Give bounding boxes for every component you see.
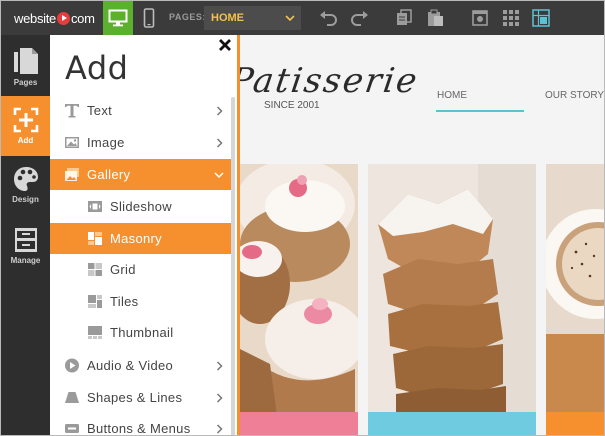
palette-icon <box>13 167 38 191</box>
logo[interactable]: website com <box>14 10 95 26</box>
text-icon <box>65 104 79 118</box>
nav-manage[interactable]: Manage <box>1 216 50 276</box>
gallery-option-slideshow[interactable]: Slideshow <box>50 191 231 222</box>
add-item-text-label: Text <box>87 103 113 118</box>
nav-design-label: Design <box>12 195 39 204</box>
gallery-option-tiles[interactable]: Tiles <box>50 286 231 317</box>
chevron-right-icon <box>216 138 223 148</box>
gallery-option-thumbnail-label: Thumbnail <box>110 325 174 340</box>
snap-grid-button[interactable] <box>531 9 551 27</box>
nav-pages-label: Pages <box>13 78 38 87</box>
add-item-gallery-label: Gallery <box>87 167 131 182</box>
masonry-icon <box>88 232 102 245</box>
panel-scrollbar[interactable] <box>231 97 235 435</box>
chevron-right-icon <box>216 424 223 434</box>
add-item-buttons-menus[interactable]: Buttons & Menus <box>50 413 231 436</box>
thumbnail-icon <box>88 326 102 339</box>
site-canvas[interactable]: Patisserie SINCE 2001 HOME OUR STORY <box>240 35 604 435</box>
play-icon <box>65 358 79 373</box>
nav-add[interactable]: Add <box>1 96 50 156</box>
left-nav: Pages Add Design Manage <box>1 35 50 435</box>
logo-play-icon <box>56 11 70 25</box>
redo-icon <box>351 11 368 26</box>
preview-icon <box>472 10 488 26</box>
chevron-down-icon <box>285 15 295 22</box>
panel-title: Add <box>65 49 129 87</box>
nav-pages[interactable]: Pages <box>1 37 50 97</box>
add-item-text[interactable]: Text <box>50 95 231 126</box>
chevron-right-icon <box>216 106 223 116</box>
grid-toggle-button[interactable] <box>501 9 521 27</box>
logo-suffix: com <box>70 10 95 26</box>
copy-button[interactable] <box>394 9 414 27</box>
nav-design[interactable]: Design <box>1 155 50 215</box>
add-item-audio-video-label: Audio & Video <box>87 358 174 373</box>
site-nav-home[interactable]: HOME <box>437 90 467 101</box>
add-item-image-label: Image <box>87 135 125 150</box>
pages-icon <box>13 48 38 74</box>
undo-icon <box>320 11 337 26</box>
gallery-photo-coffee[interactable] <box>546 164 604 435</box>
add-item-shapes-lines-label: Shapes & Lines <box>87 390 183 405</box>
chevron-right-icon <box>216 361 223 371</box>
add-icon <box>13 107 38 133</box>
gallery-option-thumbnail[interactable]: Thumbnail <box>50 317 231 348</box>
add-item-shapes-lines[interactable]: Shapes & Lines <box>50 382 231 413</box>
paste-icon <box>428 9 443 26</box>
grid-icon <box>503 10 519 26</box>
paste-button[interactable] <box>425 9 445 27</box>
site-nav-our-story[interactable]: OUR STORY <box>545 90 604 101</box>
desktop-view-button[interactable] <box>103 1 133 35</box>
add-item-gallery[interactable]: Gallery <box>50 159 231 190</box>
shape-icon <box>65 392 79 403</box>
add-item-image[interactable]: Image <box>50 127 231 158</box>
gallery-icon <box>65 168 79 181</box>
page-select[interactable]: HOME <box>204 6 301 30</box>
gallery-option-grid-label: Grid <box>110 262 136 277</box>
site-nav-active-underline <box>436 110 524 112</box>
tiles-icon <box>88 295 102 308</box>
cookies-image <box>368 164 536 435</box>
gallery-option-masonry-label: Masonry <box>110 231 162 246</box>
close-icon[interactable] <box>218 38 232 52</box>
gallery-photo-cookies[interactable] <box>368 164 536 435</box>
redo-button[interactable] <box>349 9 369 27</box>
nav-add-label: Add <box>17 136 34 145</box>
gallery-photo-cupcakes[interactable] <box>240 164 358 435</box>
gallery-option-grid[interactable]: Grid <box>50 254 231 285</box>
chevron-right-icon <box>216 393 223 403</box>
pages-label: PAGES: <box>169 12 206 22</box>
site-brand[interactable]: Patisserie <box>240 61 421 101</box>
button-icon <box>65 424 79 433</box>
image-icon <box>65 137 79 148</box>
gallery-option-tiles-label: Tiles <box>110 294 139 309</box>
add-item-buttons-menus-label: Buttons & Menus <box>87 421 191 436</box>
gallery-option-masonry[interactable]: Masonry <box>50 223 231 254</box>
top-toolbar: website com PAGES: HOME <box>1 1 604 35</box>
manage-icon <box>14 228 37 252</box>
copy-icon <box>397 9 412 25</box>
nav-manage-label: Manage <box>10 256 41 265</box>
desktop-view-icon <box>108 9 128 27</box>
grid-layout-icon <box>88 263 102 276</box>
page-select-value: HOME <box>211 12 244 24</box>
slideshow-icon <box>88 201 102 212</box>
preview-button[interactable] <box>470 9 490 27</box>
add-panel: Add Text Image Gallery Slideshow Masonry… <box>50 35 237 436</box>
logo-text: website <box>14 10 56 26</box>
mobile-view-button[interactable] <box>137 1 161 35</box>
editor-window: website com PAGES: HOME Pages Add Design… <box>0 0 605 436</box>
undo-button[interactable] <box>319 9 339 27</box>
add-item-audio-video[interactable]: Audio & Video <box>50 350 231 381</box>
snap-grid-icon <box>532 9 550 27</box>
gallery-option-slideshow-label: Slideshow <box>110 199 172 214</box>
cupcakes-image <box>240 164 358 435</box>
chevron-down-icon <box>214 172 224 179</box>
site-tagline: SINCE 2001 <box>264 100 320 111</box>
mobile-view-icon <box>143 8 155 28</box>
coffee-image <box>546 164 604 435</box>
